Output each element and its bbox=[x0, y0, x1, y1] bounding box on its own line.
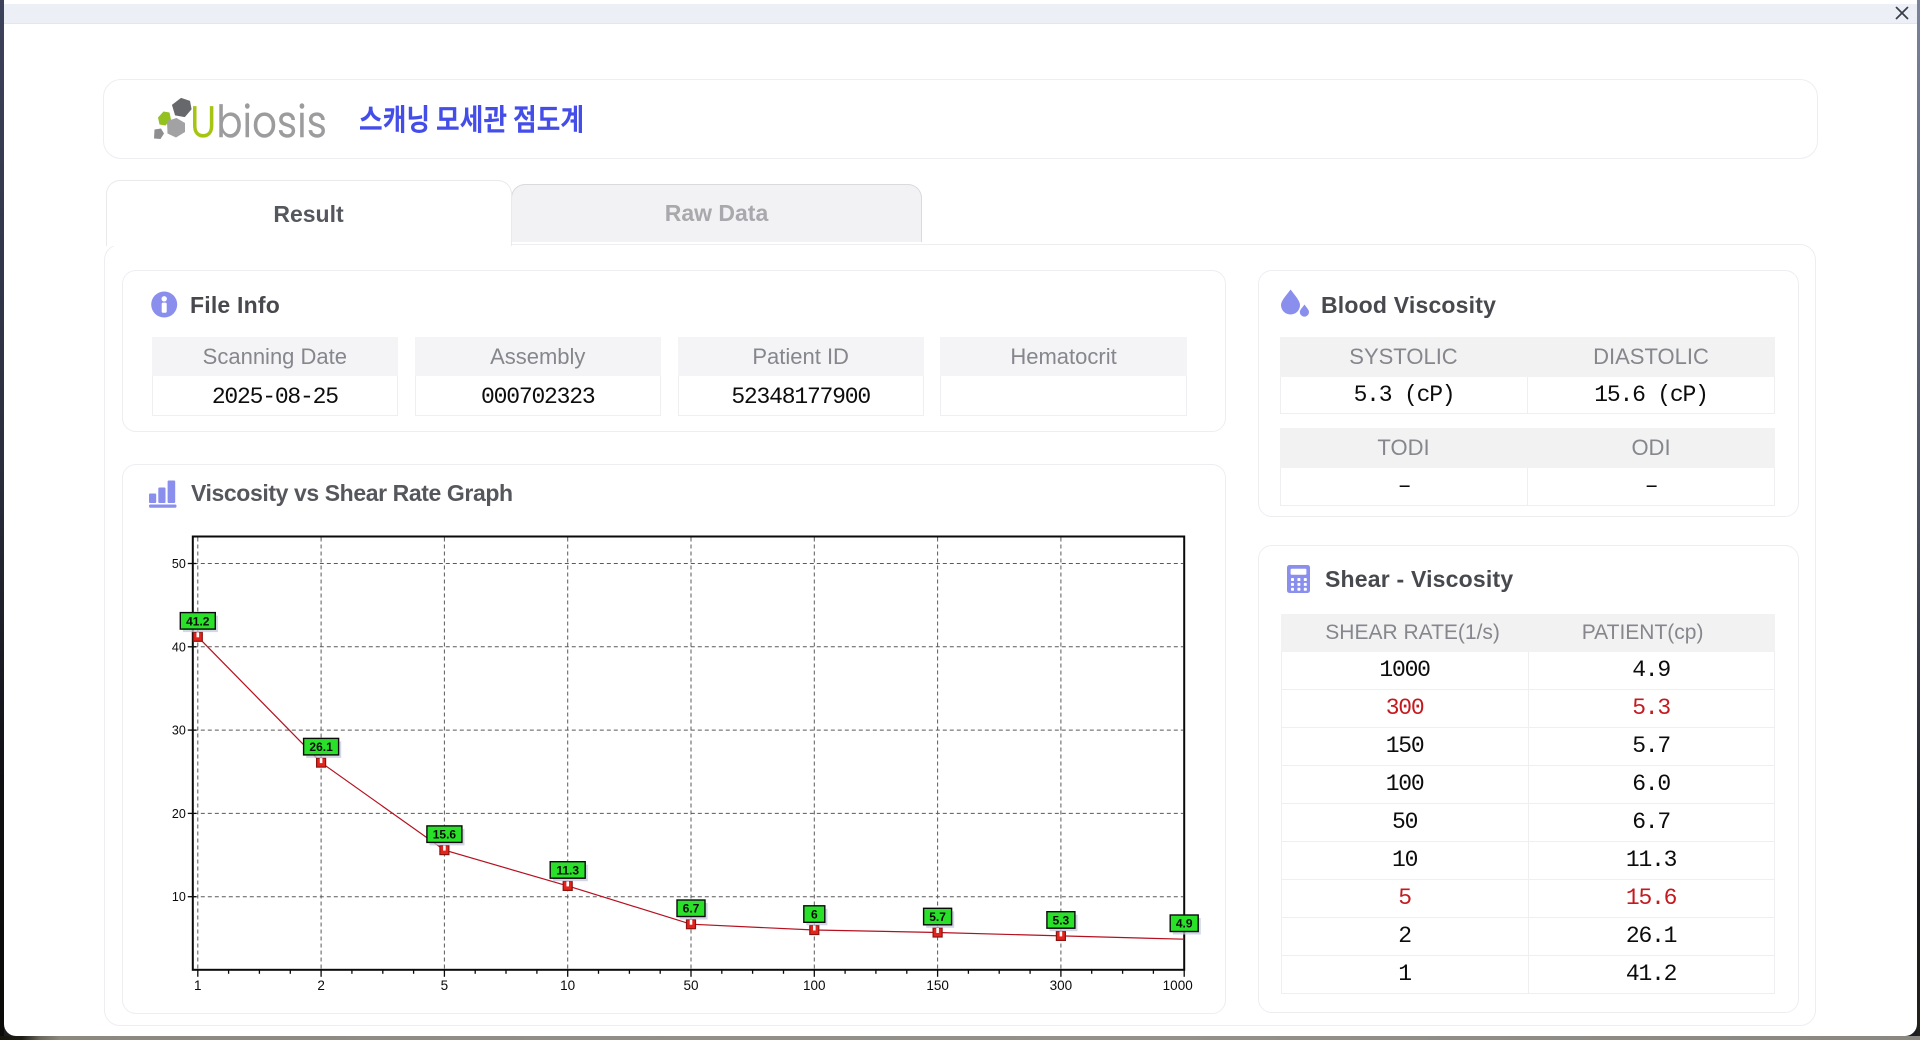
svg-text:1000: 1000 bbox=[1163, 978, 1193, 993]
svg-text:2: 2 bbox=[317, 978, 325, 993]
svg-text:11.3: 11.3 bbox=[556, 863, 579, 877]
svg-text:50: 50 bbox=[683, 978, 698, 993]
svg-text:50: 50 bbox=[172, 557, 186, 571]
svg-text:26.1: 26.1 bbox=[309, 740, 333, 754]
svg-text:5: 5 bbox=[441, 978, 449, 993]
svg-text:41.2: 41.2 bbox=[186, 614, 210, 628]
svg-text:6.7: 6.7 bbox=[683, 902, 700, 916]
svg-text:15.6: 15.6 bbox=[433, 828, 457, 842]
svg-text:6: 6 bbox=[811, 908, 818, 922]
svg-text:150: 150 bbox=[926, 978, 949, 993]
svg-text:5.3: 5.3 bbox=[1053, 913, 1070, 927]
svg-text:40: 40 bbox=[172, 640, 186, 654]
svg-text:300: 300 bbox=[1050, 978, 1073, 993]
svg-text:100: 100 bbox=[803, 978, 826, 993]
svg-text:30: 30 bbox=[172, 724, 186, 738]
svg-text:20: 20 bbox=[172, 807, 186, 821]
svg-text:4.9: 4.9 bbox=[1176, 917, 1193, 931]
svg-text:10: 10 bbox=[172, 890, 186, 904]
svg-text:1: 1 bbox=[194, 978, 202, 993]
svg-text:10: 10 bbox=[560, 978, 575, 993]
svg-text:5.7: 5.7 bbox=[929, 910, 946, 924]
